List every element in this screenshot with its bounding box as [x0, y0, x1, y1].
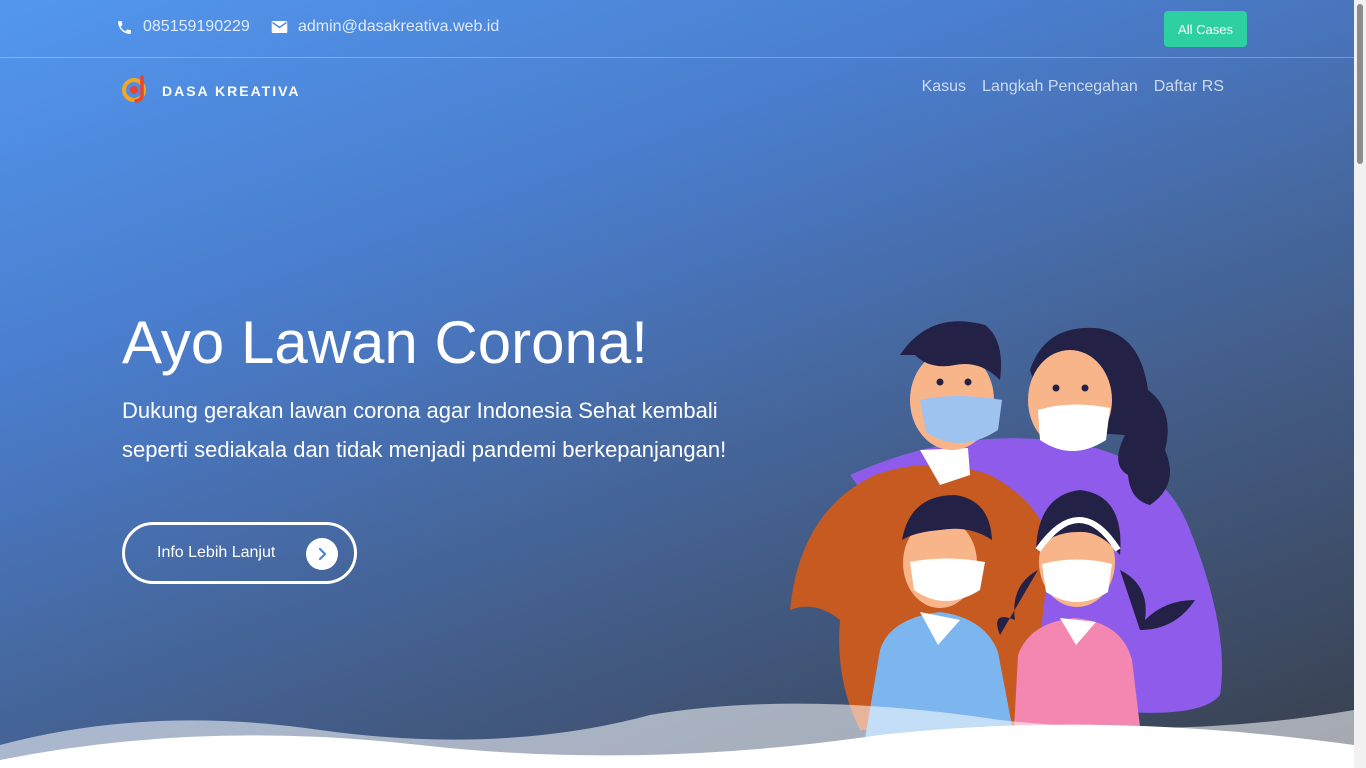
brand-name: DASA KREATIVA: [162, 82, 301, 99]
main-nav: Kasus Langkah Pencegahan Daftar RS: [922, 78, 1224, 96]
phone-number: 085159190229: [143, 18, 250, 35]
hero-title: Ayo Lawan Corona!: [122, 309, 648, 376]
info-lebih-lanjut-button[interactable]: Info Lebih Lanjut: [122, 522, 357, 584]
brand[interactable]: DASA KREATIVA: [122, 73, 301, 108]
page-scrollbar[interactable]: [1354, 0, 1366, 768]
scrollbar-thumb[interactable]: [1357, 4, 1363, 164]
nav-item-kasus[interactable]: Kasus: [922, 78, 966, 96]
hero-wave-divider: [0, 703, 1354, 768]
cta-label: Info Lebih Lanjut: [157, 544, 276, 561]
topbar: 085159190229 admin@dasakreativa.web.id A…: [0, 0, 1354, 58]
email-address: admin@dasakreativa.web.id: [298, 18, 500, 35]
email-contact[interactable]: admin@dasakreativa.web.id: [271, 18, 499, 36]
envelope-icon: [271, 20, 288, 34]
phone-icon: [116, 19, 133, 36]
nav-item-daftar-rs[interactable]: Daftar RS: [1154, 78, 1224, 96]
chevron-right-icon: [306, 538, 338, 570]
dasa-kreativa-logo: [122, 73, 150, 108]
hero-subtitle: Dukung gerakan lawan corona agar Indones…: [122, 398, 727, 462]
nav-item-langkah-pencegahan[interactable]: Langkah Pencegahan: [982, 78, 1138, 96]
all-cases-button[interactable]: All Cases: [1164, 11, 1247, 47]
phone-contact[interactable]: 085159190229: [116, 18, 250, 36]
